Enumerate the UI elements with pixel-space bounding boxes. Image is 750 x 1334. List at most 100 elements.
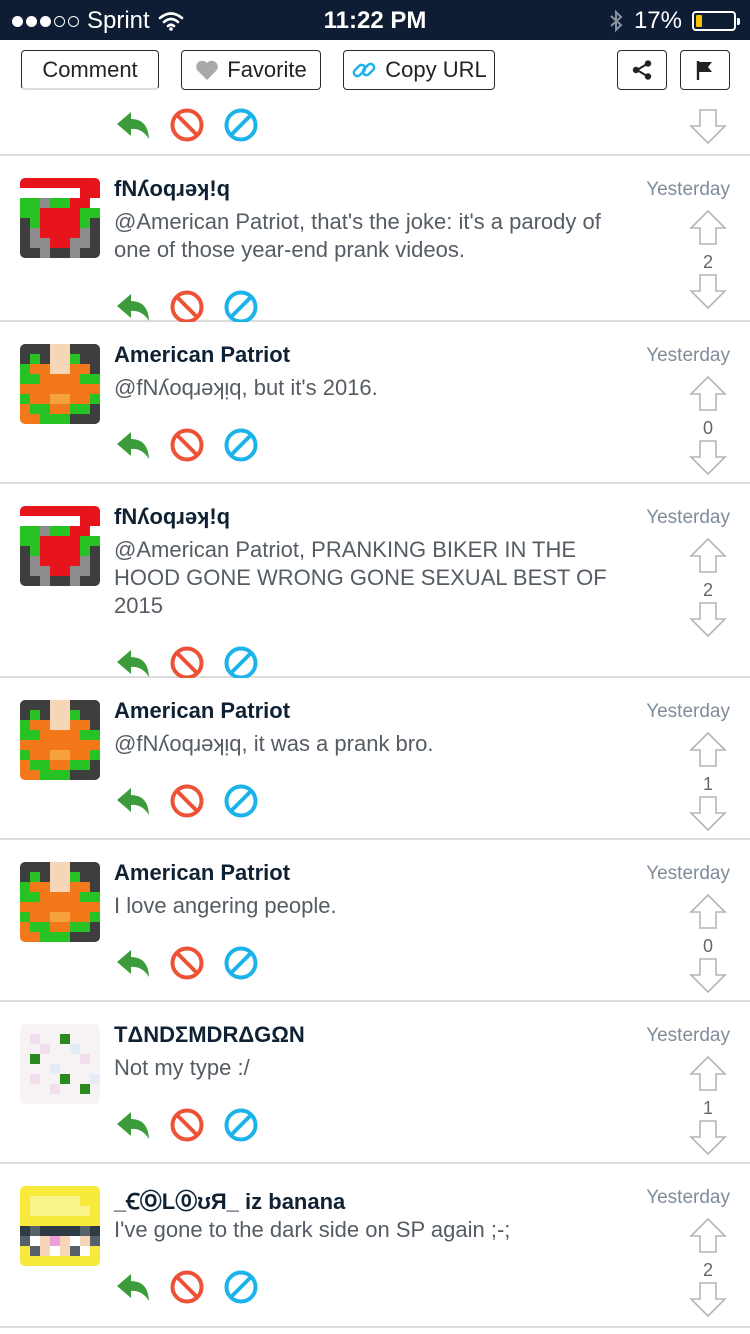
downvote-arrow-icon[interactable] <box>688 1281 728 1319</box>
reply-icon <box>117 1274 149 1301</box>
upvote-arrow-icon[interactable] <box>688 536 728 574</box>
flag-icon <box>696 61 712 80</box>
vote-count: 2 <box>702 1260 713 1280</box>
downvote-button[interactable] <box>688 795 728 838</box>
upvote-arrow-icon[interactable] <box>688 374 728 412</box>
downvote-button[interactable] <box>688 1281 728 1324</box>
upvote-arrow-icon[interactable] <box>688 730 728 768</box>
comment-username[interactable]: American Patriot <box>114 698 290 724</box>
comment-text: @fNʎoqɹǝʞᴉq, it was a prank bro. <box>114 731 434 756</box>
comment-username[interactable]: fNʎoqɹǝʞ!q <box>114 504 230 530</box>
downvote-arrow-icon[interactable] <box>688 795 728 833</box>
comment-username[interactable]: American Patriot <box>114 342 290 368</box>
downvote-arrow-icon[interactable] <box>688 439 728 477</box>
copy-url-button-label: Copy URL <box>385 57 487 82</box>
upvote-button[interactable] <box>688 892 728 935</box>
upvote-button[interactable] <box>688 536 728 579</box>
block-button[interactable] <box>168 944 206 982</box>
user-avatar[interactable] <box>20 862 100 942</box>
comment-timestamp: Yesterday <box>646 863 730 884</box>
block-button[interactable] <box>168 288 206 326</box>
copy-url-button[interactable]: Copy URL <box>343 50 495 90</box>
ban-button[interactable] <box>222 106 260 144</box>
ban-icon <box>224 428 258 462</box>
battery-percent: 17% <box>633 7 682 34</box>
block-icon <box>170 646 204 680</box>
ban-button[interactable] <box>222 1106 260 1144</box>
vote-count: 2 <box>702 580 713 600</box>
comment-text: Not my type :/ <box>114 1055 250 1080</box>
downvote-arrow-icon[interactable] <box>688 1119 728 1157</box>
upvote-arrow-icon[interactable] <box>688 1054 728 1092</box>
comment-item: fNʎoqɹǝʞ!q Yesterday @American Patriot, … <box>0 156 750 324</box>
comment-username[interactable]: _ꞒⓄL⓪ʊЯ_ iz banana <box>114 1184 345 1216</box>
reply-button[interactable] <box>114 288 152 326</box>
heart-icon <box>196 60 219 80</box>
ban-button[interactable] <box>222 944 260 982</box>
comment-username[interactable]: fNʎoqɹǝʞ!q <box>114 176 230 202</box>
comment-button[interactable]: Comment <box>21 50 159 90</box>
user-avatar[interactable] <box>20 1024 100 1104</box>
upvote-button[interactable] <box>688 374 728 417</box>
downvote-button[interactable] <box>688 273 728 316</box>
reply-icon <box>117 112 149 139</box>
reply-button[interactable] <box>114 106 152 144</box>
upvote-button[interactable] <box>688 730 728 773</box>
downvote-arrow-icon[interactable] <box>688 273 728 311</box>
block-button[interactable] <box>168 1106 206 1144</box>
vote-control: 0 <box>688 374 728 482</box>
share-button[interactable] <box>617 50 667 90</box>
downvote-button[interactable] <box>688 1119 728 1162</box>
upvote-arrow-icon[interactable] <box>688 892 728 930</box>
reply-button[interactable] <box>114 1268 152 1306</box>
vote-control: 1 <box>688 730 728 838</box>
downvote-button[interactable] <box>688 439 728 482</box>
ban-button[interactable] <box>222 288 260 326</box>
reply-button[interactable] <box>114 782 152 820</box>
block-button[interactable] <box>168 1268 206 1306</box>
downvote-arrow-icon[interactable] <box>688 957 728 995</box>
vote-count: 0 <box>702 418 713 438</box>
ban-icon <box>224 1108 258 1142</box>
user-avatar[interactable] <box>20 178 100 258</box>
user-avatar[interactable] <box>20 1186 100 1266</box>
comment-item: TΔNDΣMDRΔGΩN Yesterday Not my type :/ 1 <box>0 1002 750 1164</box>
reply-button[interactable] <box>114 426 152 464</box>
comment-text: I love angering people. <box>114 893 337 918</box>
comment-username[interactable]: American Patriot <box>114 860 290 886</box>
reply-icon <box>117 1112 149 1139</box>
upvote-arrow-icon[interactable] <box>688 208 728 246</box>
block-button[interactable] <box>168 106 206 144</box>
ban-button[interactable] <box>222 426 260 464</box>
downvote-arrow-icon[interactable] <box>688 601 728 639</box>
block-button[interactable] <box>168 782 206 820</box>
upvote-button[interactable] <box>688 1216 728 1259</box>
comment-timestamp: Yesterday <box>646 1025 730 1046</box>
link-icon <box>352 62 376 78</box>
report-flag-button[interactable] <box>680 50 730 90</box>
share-icon <box>632 60 652 80</box>
vote-control: 2 <box>688 536 728 644</box>
user-avatar[interactable] <box>20 700 100 780</box>
ban-button[interactable] <box>222 782 260 820</box>
reply-button[interactable] <box>114 944 152 982</box>
comment-text: @American Patriot, that's the joke: it's… <box>114 209 601 262</box>
reply-button[interactable] <box>114 644 152 682</box>
comment-username[interactable]: TΔNDΣMDRΔGΩN <box>114 1022 305 1048</box>
downvote-arrow-icon[interactable] <box>688 108 728 146</box>
user-avatar[interactable] <box>20 506 100 586</box>
downvote-button[interactable] <box>688 957 728 1000</box>
upvote-arrow-icon[interactable] <box>688 1216 728 1254</box>
ban-button[interactable] <box>222 644 260 682</box>
upvote-button[interactable] <box>688 208 728 251</box>
downvote-button[interactable] <box>688 601 728 644</box>
user-avatar[interactable] <box>20 344 100 424</box>
ban-button[interactable] <box>222 1268 260 1306</box>
vote-count: 0 <box>702 936 713 956</box>
block-button[interactable] <box>168 426 206 464</box>
favorite-button[interactable]: Favorite <box>181 50 321 90</box>
upvote-button[interactable] <box>688 1054 728 1097</box>
block-button[interactable] <box>168 644 206 682</box>
block-icon <box>170 1108 204 1142</box>
reply-button[interactable] <box>114 1106 152 1144</box>
